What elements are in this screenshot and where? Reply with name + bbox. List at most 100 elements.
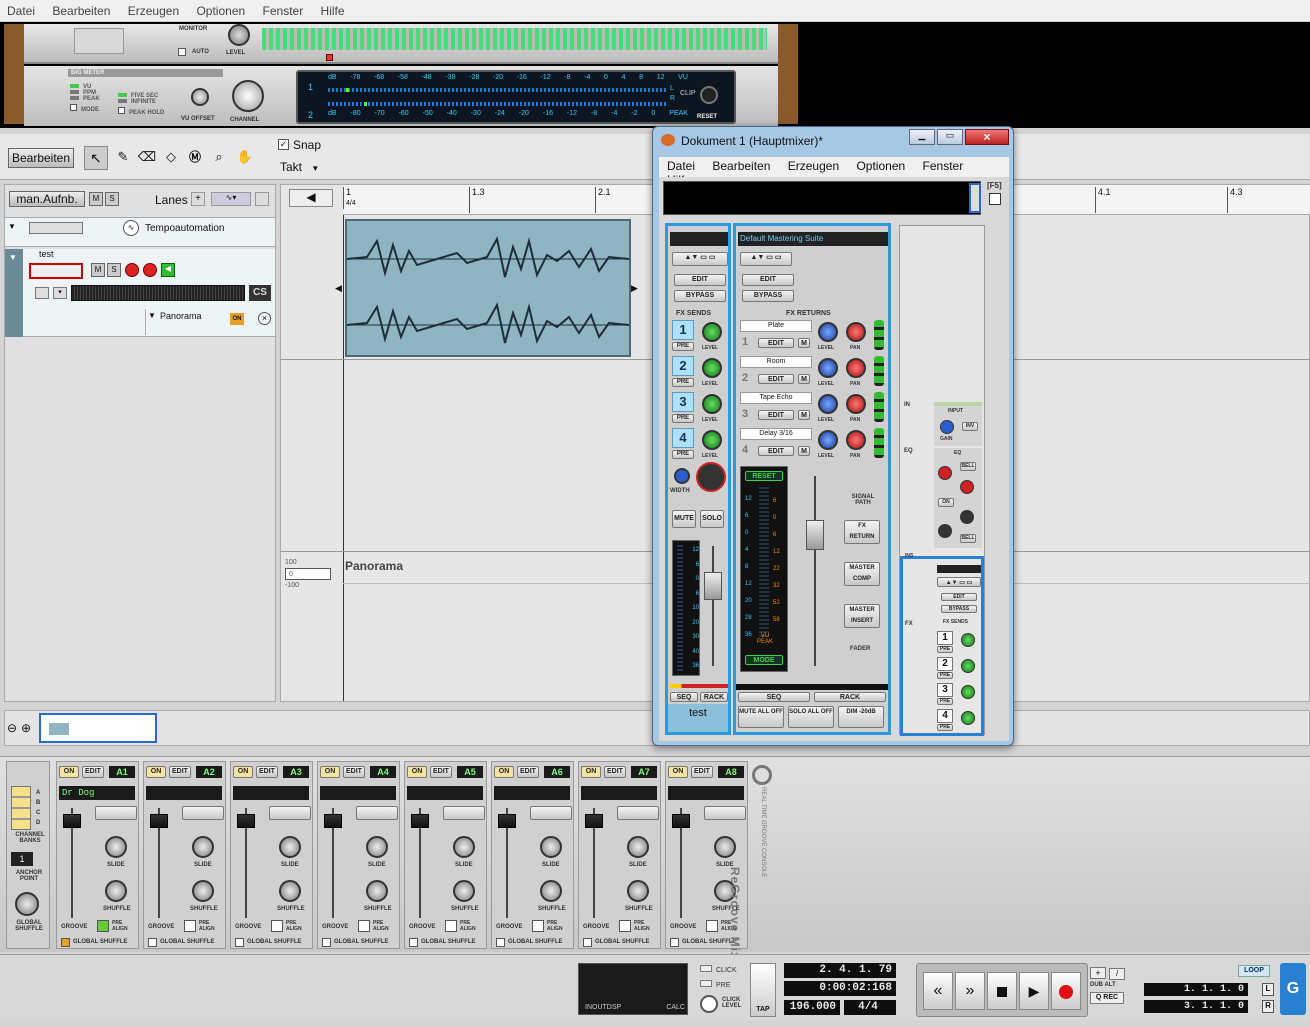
slide-knob[interactable] bbox=[540, 836, 562, 858]
play-button[interactable]: ▶ bbox=[1019, 972, 1049, 1010]
channel-edit-button[interactable]: EDIT bbox=[169, 766, 191, 778]
zoom-out-icon[interactable]: ⊖ bbox=[7, 721, 17, 735]
sync-icon[interactable]: G bbox=[1280, 963, 1306, 1015]
master-fader[interactable] bbox=[806, 520, 824, 550]
fast-forward-button[interactable]: » bbox=[955, 972, 985, 1010]
razor-tool[interactable]: ◇ bbox=[160, 146, 182, 170]
mode-button[interactable]: MODE bbox=[70, 104, 110, 113]
channel-edit-button[interactable]: EDIT bbox=[691, 766, 713, 778]
groove-amount-fader[interactable] bbox=[672, 814, 690, 828]
record-button[interactable] bbox=[1051, 972, 1081, 1010]
master-comp-box[interactable]: MASTER COMP bbox=[844, 562, 880, 586]
channel-edit-button[interactable]: EDIT bbox=[517, 766, 539, 778]
inv-button[interactable]: INV bbox=[962, 422, 978, 431]
seq-button[interactable]: SEQ bbox=[670, 692, 698, 702]
master-insert-box[interactable]: MASTER INSERT bbox=[844, 604, 880, 628]
mastering-suite-display[interactable]: Default Mastering Suite bbox=[738, 232, 888, 246]
send-pre-button[interactable]: PRE bbox=[672, 414, 694, 423]
groove-amount-fader[interactable] bbox=[324, 814, 342, 828]
new-dub-button[interactable]: + bbox=[1090, 967, 1106, 979]
rewind-button[interactable]: « bbox=[923, 972, 953, 1010]
automation-value[interactable]: 0 bbox=[285, 568, 331, 580]
groove-nav-buttons[interactable] bbox=[704, 806, 746, 820]
insert-nav[interactable]: ▲▼ ▭ ▭ bbox=[672, 252, 728, 266]
snap-select[interactable]: Takt ▼ bbox=[280, 160, 326, 174]
mode-peak[interactable]: PEAK bbox=[70, 96, 110, 102]
audio-track[interactable]: ▼ test M S ◀ ▾ CS ▼ Panorama ON × bbox=[5, 249, 275, 337]
click-level-knob[interactable] bbox=[700, 995, 718, 1013]
global-shuffle-button[interactable] bbox=[235, 938, 244, 947]
monitor-record-button[interactable] bbox=[143, 263, 157, 277]
close-icon[interactable]: × bbox=[258, 312, 271, 325]
mute-button[interactable]: MUTE bbox=[672, 510, 696, 528]
rack-button[interactable]: RACK bbox=[700, 692, 728, 702]
shuffle-knob[interactable] bbox=[105, 880, 127, 902]
send-number-1[interactable]: 1 bbox=[672, 320, 694, 340]
anchor-point-display[interactable]: 1 bbox=[11, 852, 33, 866]
mini-send-level-knob[interactable] bbox=[961, 711, 975, 725]
reset-knob[interactable] bbox=[700, 86, 718, 104]
shuffle-knob[interactable] bbox=[192, 880, 214, 902]
menu-bearbeiten[interactable]: Bearbeiten bbox=[52, 4, 110, 18]
signature-display[interactable]: 4/4 bbox=[844, 1000, 896, 1015]
channel-on-button[interactable]: ON bbox=[494, 766, 514, 778]
shuffle-knob[interactable] bbox=[279, 880, 301, 902]
groove-patch-display[interactable] bbox=[668, 786, 744, 800]
stop-button[interactable] bbox=[987, 972, 1017, 1010]
channel-on-button[interactable]: ON bbox=[668, 766, 688, 778]
dim-button[interactable]: DIM -20dB bbox=[838, 706, 884, 728]
track-mute-button[interactable]: M bbox=[91, 263, 105, 277]
right-locator-display[interactable]: 3. 1. 1. 0 bbox=[1144, 1000, 1248, 1013]
insert-edit-button[interactable]: EDIT bbox=[674, 274, 726, 286]
menu-fenster[interactable]: Fenster bbox=[263, 4, 304, 18]
collapse-icon-2[interactable]: ▼ bbox=[9, 253, 17, 262]
edit-mode-button[interactable]: Bearbeiten bbox=[8, 148, 74, 168]
global-shuffle-button[interactable] bbox=[496, 938, 505, 947]
track-tool-button[interactable] bbox=[35, 287, 49, 299]
mini-send-number-3[interactable]: 3 bbox=[937, 683, 953, 697]
menu-optionen[interactable]: Optionen bbox=[196, 4, 245, 18]
groove-amount-fader[interactable] bbox=[150, 814, 168, 828]
pre-align-button[interactable] bbox=[532, 920, 544, 932]
groove-amount-fader[interactable] bbox=[237, 814, 255, 828]
groove-patch-display[interactable]: Dr Dog bbox=[59, 786, 135, 800]
groove-patch-display[interactable] bbox=[581, 786, 657, 800]
channel-on-button[interactable]: ON bbox=[581, 766, 601, 778]
man-aufnb-button[interactable]: man.Aufnb. bbox=[9, 191, 85, 207]
hf-bell-button[interactable]: BELL bbox=[960, 462, 976, 471]
return-name-field[interactable]: Room bbox=[740, 356, 812, 368]
width-knob[interactable] bbox=[674, 468, 690, 484]
groove-patch-display[interactable] bbox=[407, 786, 483, 800]
vu-offset-knob[interactable] bbox=[191, 88, 209, 106]
pre-toggle[interactable]: PRE bbox=[700, 980, 730, 989]
global-shuffle-knob[interactable] bbox=[15, 892, 39, 916]
mute-all-button[interactable]: M bbox=[89, 192, 103, 206]
send-number-2[interactable]: 2 bbox=[672, 356, 694, 376]
groove-amount-fader[interactable] bbox=[585, 814, 603, 828]
shuffle-knob[interactable] bbox=[366, 880, 388, 902]
collapse-icon-3[interactable]: ▼ bbox=[148, 311, 156, 320]
master-rack-button[interactable]: RACK bbox=[814, 692, 886, 702]
tempo-track[interactable]: ▼ ∿ Tempoautomation bbox=[5, 217, 275, 247]
channel-on-button[interactable]: ON bbox=[320, 766, 340, 778]
return-edit-button[interactable]: EDIT bbox=[758, 374, 794, 384]
channel-on-button[interactable]: ON bbox=[59, 766, 79, 778]
slide-knob[interactable] bbox=[627, 836, 649, 858]
insert-bypass-button[interactable]: BYPASS bbox=[674, 290, 726, 302]
audio-clip[interactable] bbox=[345, 219, 631, 357]
return-mute-button[interactable]: M bbox=[798, 374, 810, 384]
mini-edit-button[interactable]: EDIT bbox=[941, 593, 977, 601]
return-pan-knob[interactable] bbox=[846, 322, 866, 342]
mini-bypass-button[interactable]: BYPASS bbox=[941, 605, 977, 613]
lf-bell-button[interactable]: BELL bbox=[960, 534, 976, 543]
groove-patch-display[interactable] bbox=[494, 786, 570, 800]
mini-send-pre[interactable]: PRE bbox=[937, 646, 953, 653]
pre-align-button[interactable] bbox=[184, 920, 196, 932]
mini-send-pre[interactable]: PRE bbox=[937, 724, 953, 731]
fx-return-box[interactable]: FX RETURN bbox=[844, 520, 880, 544]
send-level-knob[interactable] bbox=[702, 394, 722, 414]
win-menu-erzeugen[interactable]: Erzeugen bbox=[788, 159, 839, 173]
global-shuffle-button[interactable] bbox=[583, 938, 592, 947]
tap-button[interactable]: TAP bbox=[750, 963, 776, 1017]
return-pan-knob[interactable] bbox=[846, 430, 866, 450]
